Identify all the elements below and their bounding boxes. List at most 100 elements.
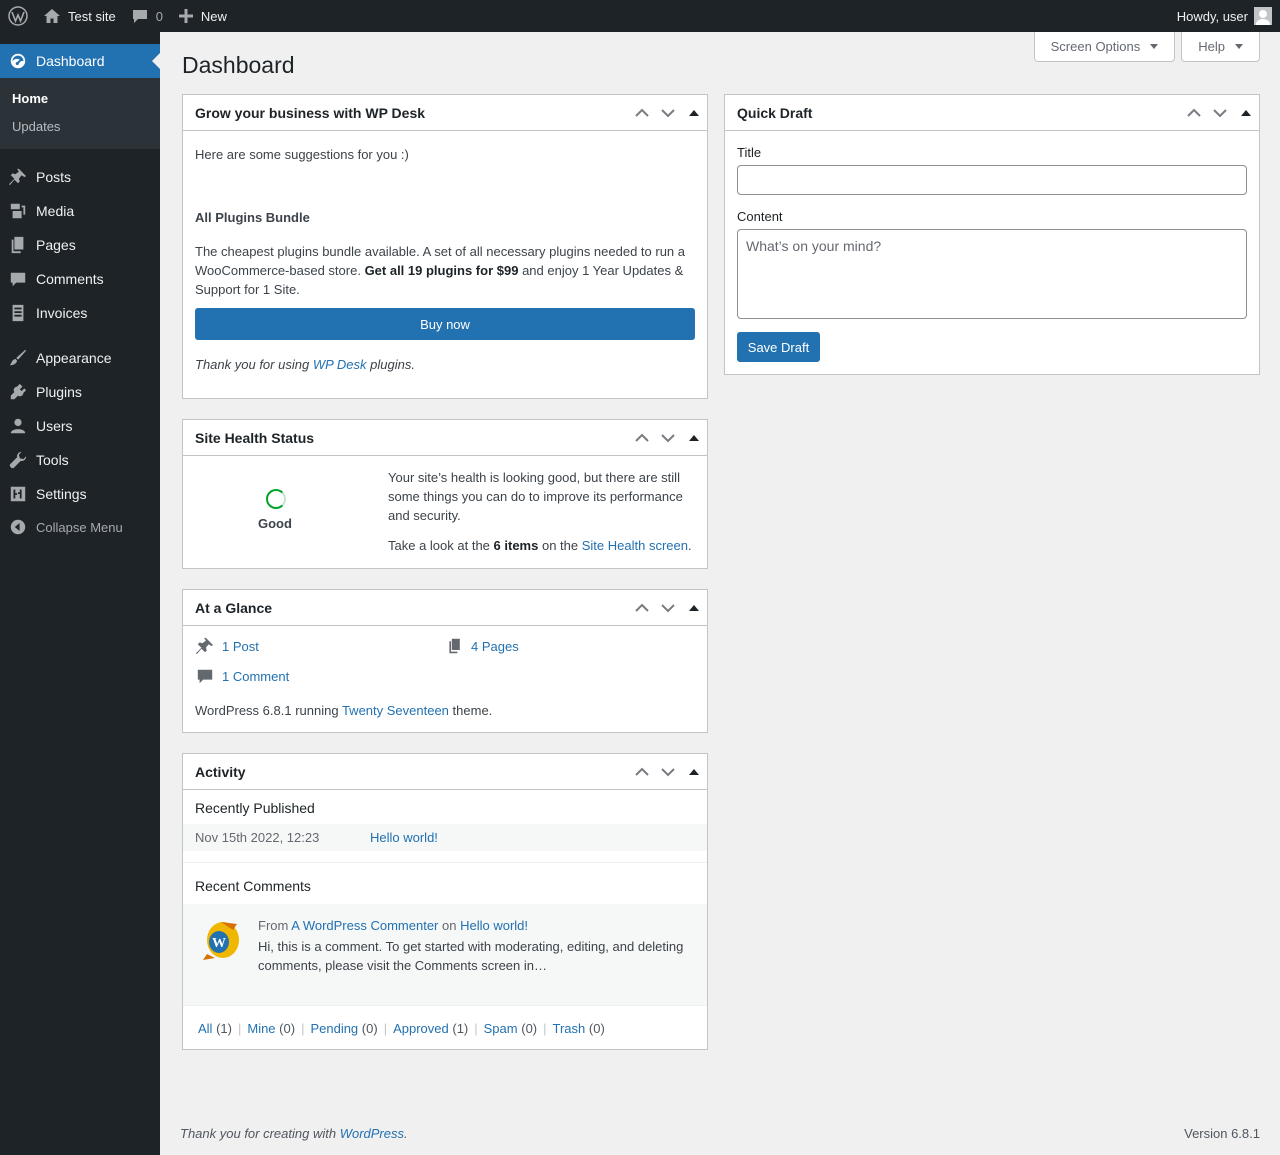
glance-pages-link[interactable]: 4 Pages: [447, 637, 519, 655]
menu-posts[interactable]: Posts: [0, 160, 160, 194]
menu-appearance[interactable]: Appearance: [0, 341, 160, 375]
comment-post-link[interactable]: Hello world!: [460, 918, 528, 933]
plug-icon: [0, 383, 36, 401]
move-up-icon[interactable]: [629, 420, 655, 456]
howdy-text: Howdy, user: [1176, 8, 1248, 24]
dashboard-submenu: Home Updates: [0, 78, 160, 149]
buy-now-button[interactable]: Buy now: [195, 308, 695, 340]
comments-icon: [0, 270, 36, 288]
toggle-panel-icon[interactable]: [681, 95, 707, 131]
menu-label: Appearance: [36, 350, 112, 366]
menu-label: Users: [36, 418, 73, 434]
glance-posts-link[interactable]: 1 Post: [196, 637, 259, 655]
move-down-icon[interactable]: [655, 754, 681, 790]
bundle-title: All Plugins Bundle: [195, 210, 310, 225]
menu-tools[interactable]: Tools: [0, 443, 160, 477]
menu-label: Posts: [36, 169, 72, 185]
menu-settings[interactable]: Settings: [0, 477, 160, 511]
menu-plugins[interactable]: Plugins: [0, 375, 160, 409]
admin-bar: Test site 0 New Howdy, user: [0, 0, 1280, 32]
post-title-link[interactable]: Hello world!: [370, 830, 438, 845]
menu-media[interactable]: Media: [0, 194, 160, 228]
my-account-link[interactable]: Howdy, user: [1169, 0, 1280, 32]
move-up-icon[interactable]: [629, 754, 655, 790]
move-down-icon[interactable]: [1207, 95, 1233, 131]
menu-label: Settings: [36, 486, 87, 502]
menu-comments[interactable]: Comments: [0, 262, 160, 296]
health-status-circle-icon: [266, 489, 286, 509]
screen-options-button[interactable]: Screen Options: [1033, 32, 1176, 62]
filter-pending-link[interactable]: Pending (0): [310, 1021, 377, 1036]
submenu-home[interactable]: Home: [0, 85, 160, 113]
comments-link[interactable]: 0: [124, 0, 171, 32]
filter-count: (0): [588, 1021, 605, 1036]
at-a-glance-widget: At a Glance 1 Post 4 Pages 1 Comment Wor…: [182, 589, 708, 733]
comment-author-link[interactable]: A WordPress Commenter: [291, 918, 438, 933]
toggle-panel-icon[interactable]: [681, 590, 707, 626]
menu-label: Plugins: [36, 384, 82, 400]
title-label: Title: [737, 145, 762, 160]
look-text: .: [687, 538, 692, 553]
menu-users[interactable]: Users: [0, 409, 160, 443]
comments-icon: [196, 667, 214, 685]
filter-label: All: [198, 1021, 213, 1036]
comment-filter-links: All (1) | Mine (0) | Pending (0) | Approved (1…: [183, 1005, 707, 1049]
collapse-menu-button[interactable]: Collapse Menu: [0, 511, 160, 543]
wordpress-link[interactable]: WordPress: [340, 1126, 404, 1141]
site-name: Test site: [68, 8, 116, 24]
toggle-panel-icon[interactable]: [1233, 95, 1259, 131]
draft-title-input[interactable]: [737, 165, 1247, 195]
widget-title: At a Glance: [195, 599, 273, 616]
dashboard-gauge-icon: [0, 52, 36, 70]
health-text: Your site’s health is looking good, but …: [388, 470, 683, 523]
glance-comments-link[interactable]: 1 Comment: [196, 667, 289, 685]
move-down-icon[interactable]: [655, 590, 681, 626]
move-up-icon[interactable]: [629, 590, 655, 626]
save-draft-button[interactable]: Save Draft: [737, 332, 820, 362]
move-down-icon[interactable]: [655, 420, 681, 456]
recently-published-heading: Recently Published: [195, 800, 315, 816]
move-down-icon[interactable]: [655, 95, 681, 131]
filter-approved-link[interactable]: Approved (1): [393, 1021, 468, 1036]
toggle-panel-icon[interactable]: [681, 754, 707, 790]
new-content-link[interactable]: New: [171, 0, 235, 32]
menu-label: Dashboard: [36, 53, 105, 69]
wpdesk-link[interactable]: WP Desk: [313, 357, 367, 372]
filter-trash-link[interactable]: Trash (0): [553, 1021, 605, 1036]
menu-label: Comments: [36, 271, 104, 287]
menu-label: Tools: [36, 452, 69, 468]
glance-comments-count: 1 Comment: [222, 668, 290, 684]
site-name-link[interactable]: Test site: [35, 0, 124, 32]
thanks-text: Thank you for using: [195, 357, 310, 372]
desc-bold: Get all 19 plugins for $99: [364, 263, 519, 278]
media-icon: [0, 202, 36, 220]
widget-title: Site Health Status: [195, 429, 315, 446]
collapse-arrow-icon: [0, 519, 36, 535]
toggle-panel-icon[interactable]: [681, 420, 707, 456]
filter-spam-link[interactable]: Spam (0): [484, 1021, 537, 1036]
widget-header: Activity: [183, 754, 707, 790]
comment-row: W From A WordPress Commenter on Hello wo…: [183, 904, 707, 1005]
move-up-icon[interactable]: [629, 95, 655, 131]
help-button[interactable]: Help: [1181, 32, 1260, 62]
health-status-label: Good: [258, 516, 292, 531]
buy-now-label: Buy now: [420, 316, 470, 332]
menu-pages[interactable]: Pages: [0, 228, 160, 262]
menu-dashboard[interactable]: Dashboard: [0, 44, 160, 78]
menu-invoices[interactable]: Invoices: [0, 296, 160, 330]
draft-content-textarea[interactable]: What’s on your mind?: [737, 229, 1247, 319]
move-up-icon[interactable]: [1181, 95, 1207, 131]
comment-bubble-icon: [132, 9, 148, 24]
bundle-description: The cheapest plugins bundle available. A…: [195, 242, 695, 299]
filter-mine-link[interactable]: Mine (0): [247, 1021, 295, 1036]
glance-pages-count: 4 Pages: [471, 638, 519, 654]
filter-count: (0): [361, 1021, 378, 1036]
divider: [183, 862, 707, 863]
wordpress-logo-icon[interactable]: [0, 0, 35, 32]
submenu-updates[interactable]: Updates: [0, 113, 160, 141]
widget-header: Quick Draft: [725, 95, 1259, 131]
filter-label: Pending: [310, 1021, 359, 1036]
filter-all-link[interactable]: All (1): [198, 1021, 232, 1036]
site-health-link[interactable]: Site Health screen: [582, 538, 688, 553]
theme-link[interactable]: Twenty Seventeen: [342, 703, 449, 718]
